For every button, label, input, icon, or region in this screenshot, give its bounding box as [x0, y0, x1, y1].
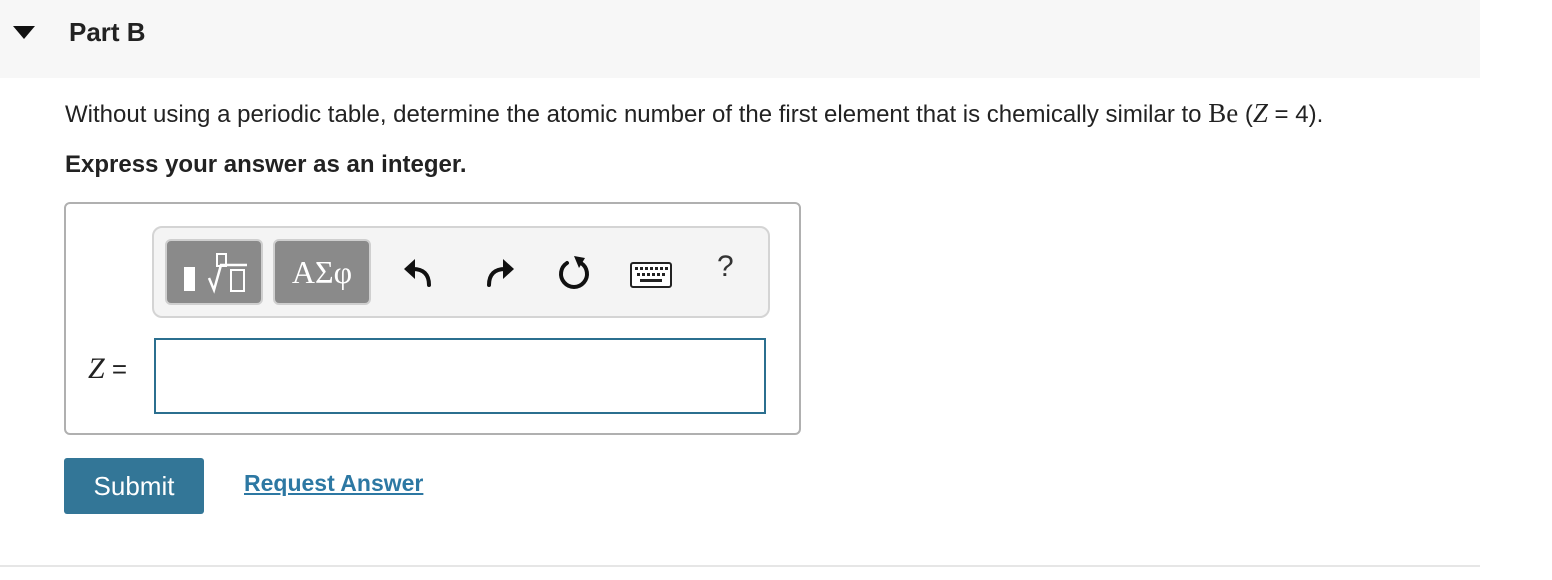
- greek-letters-button[interactable]: ΑΣφ: [273, 239, 371, 305]
- reset-icon[interactable]: [556, 254, 594, 292]
- templates-button[interactable]: [165, 239, 263, 305]
- math-toolbar: ΑΣφ ?: [152, 226, 770, 318]
- element-symbol: Be: [1208, 98, 1239, 128]
- answer-instruction: Express your answer as an integer.: [65, 151, 467, 178]
- question-paren: (: [1238, 101, 1253, 128]
- question-variable: Z: [1252, 98, 1268, 128]
- caret-down-icon[interactable]: [12, 24, 36, 40]
- part-header: Part B: [0, 0, 1480, 78]
- question-text-lead: Without using a periodic table, determin…: [65, 101, 1209, 128]
- keyboard-icon[interactable]: [630, 262, 672, 288]
- answer-input[interactable]: [154, 338, 766, 414]
- templates-icon: [184, 253, 247, 294]
- question-value: = 4).: [1267, 101, 1324, 128]
- help-icon[interactable]: ?: [717, 250, 734, 284]
- question-text: Without using a periodic table, determin…: [65, 98, 1323, 129]
- answer-equals: =: [104, 354, 128, 384]
- part-title: Part B: [69, 17, 146, 47]
- request-answer-link[interactable]: Request Answer: [244, 470, 423, 497]
- submit-button[interactable]: Submit: [64, 458, 204, 514]
- section-divider: [0, 565, 1480, 567]
- redo-icon[interactable]: [482, 256, 516, 290]
- answer-label: Z =: [88, 352, 127, 386]
- answer-variable: Z: [88, 352, 105, 385]
- undo-icon[interactable]: [402, 256, 436, 290]
